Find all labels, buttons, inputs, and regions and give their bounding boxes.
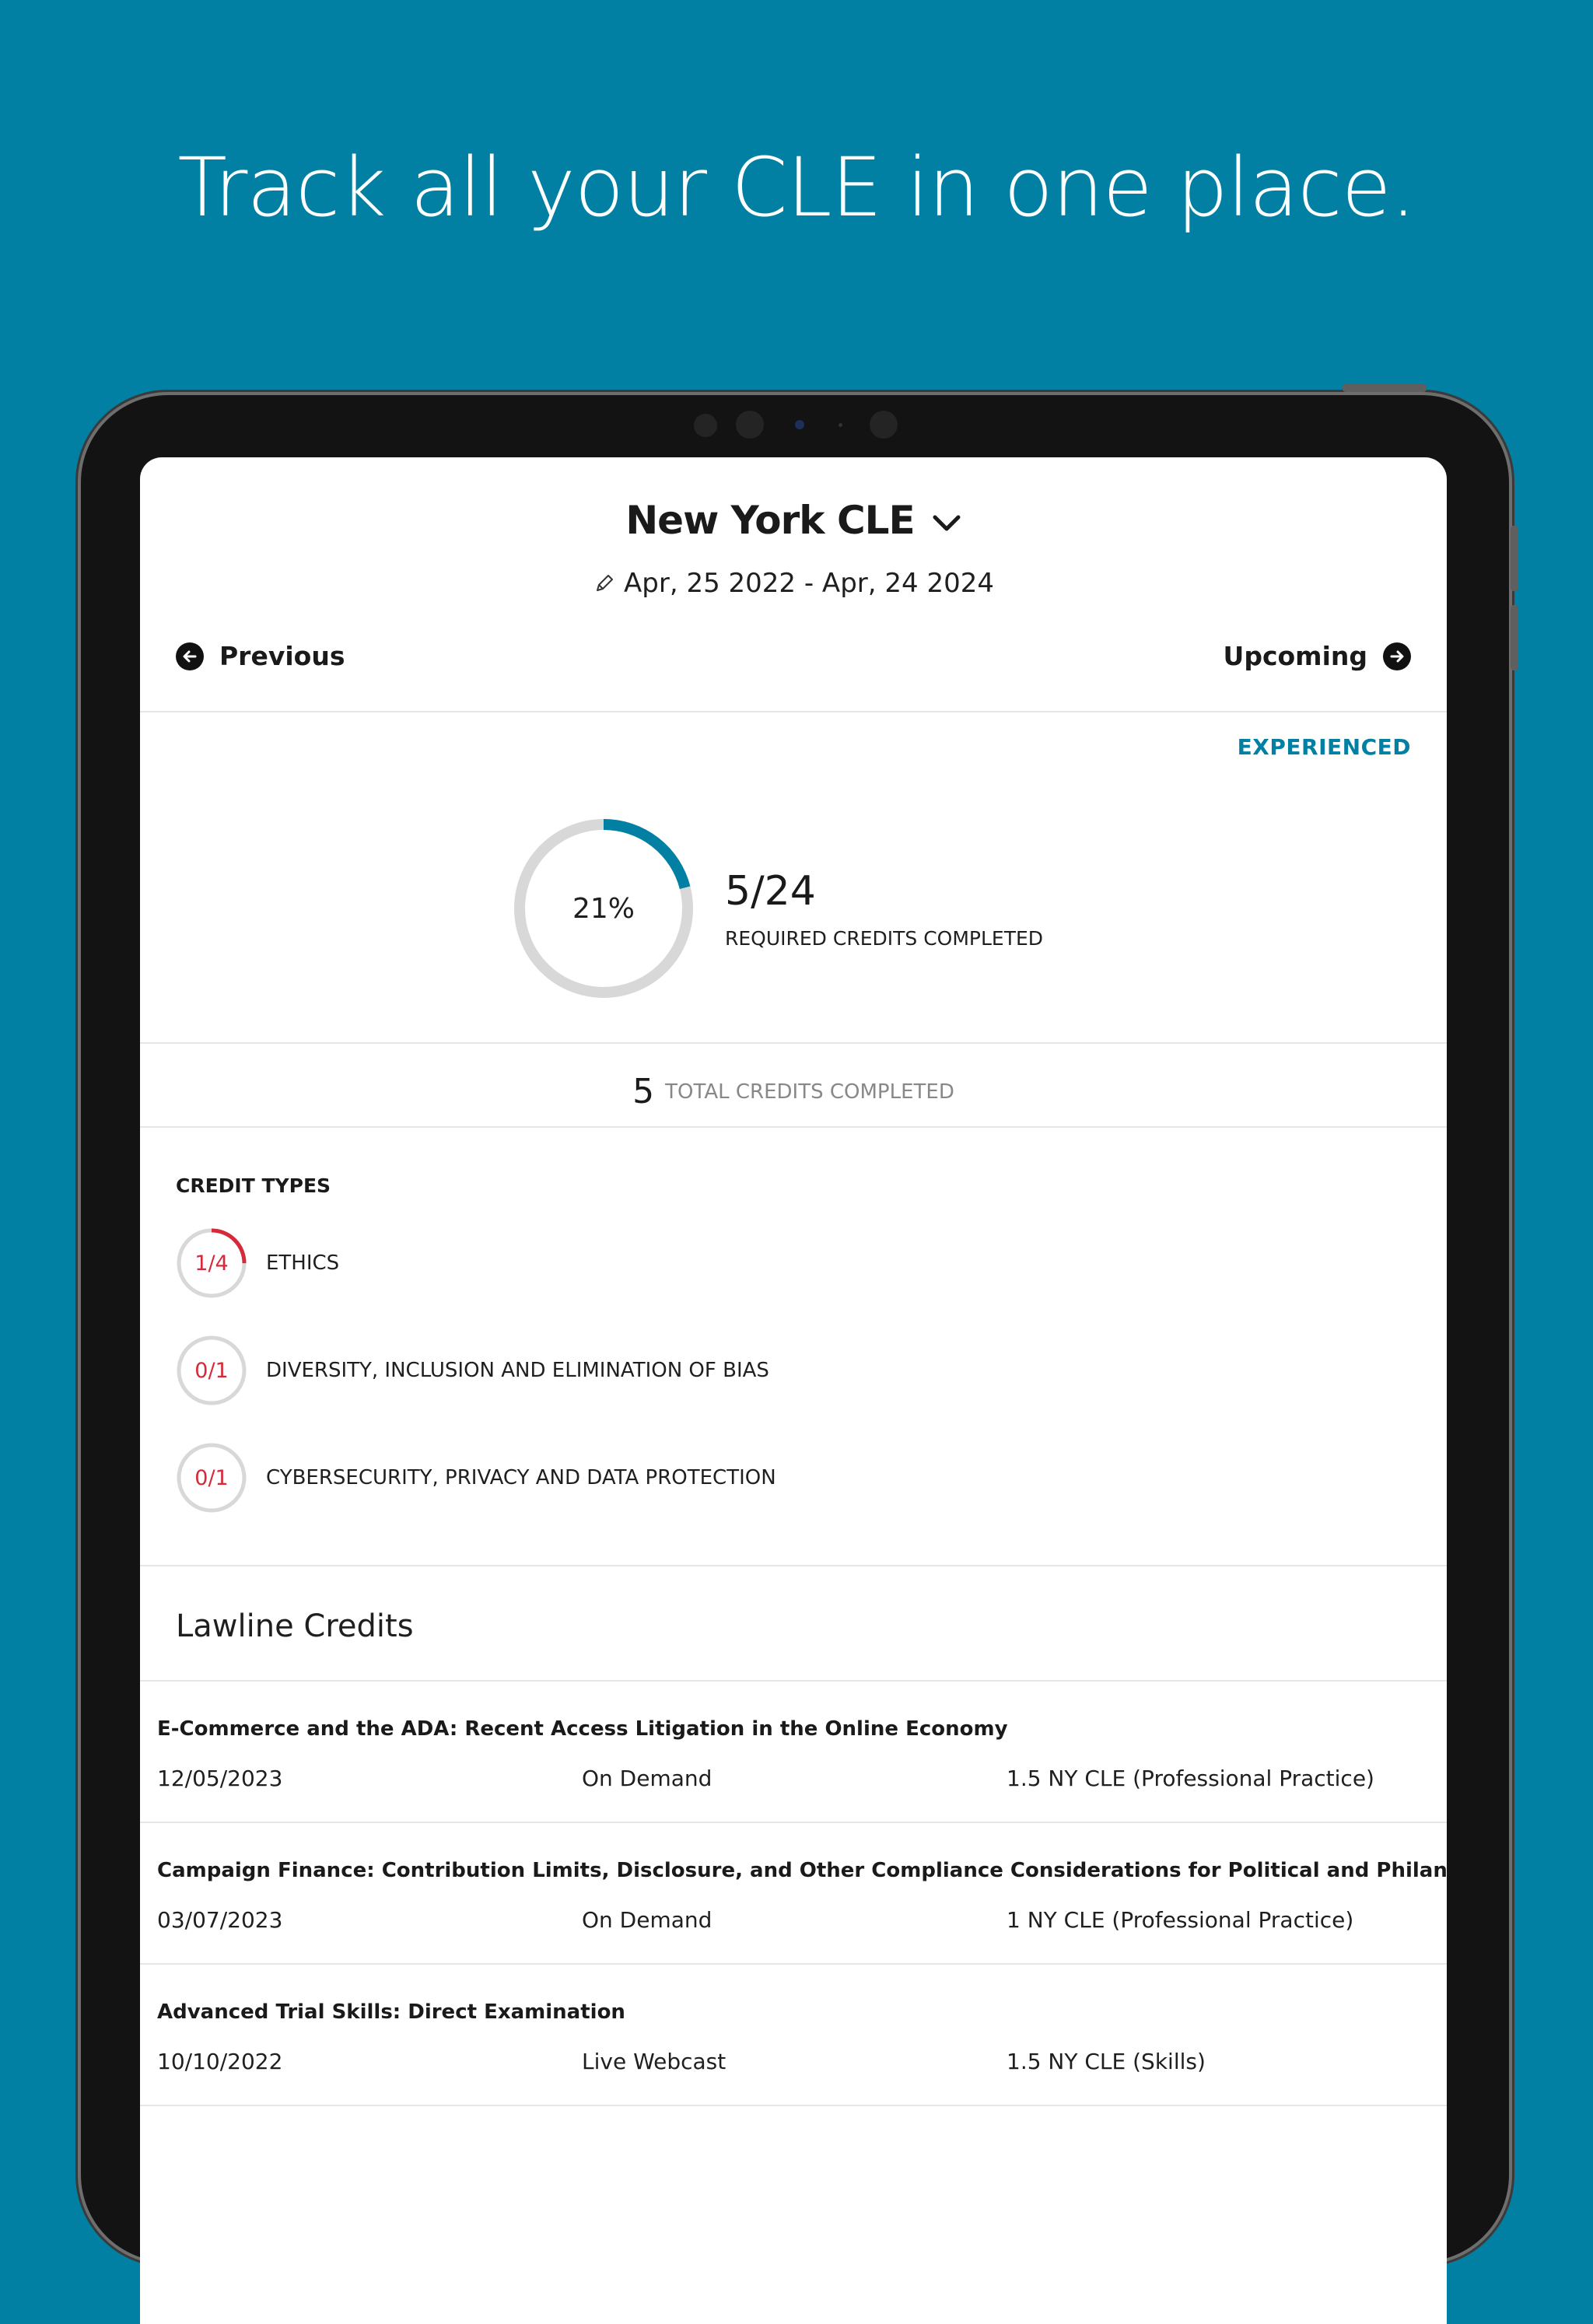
- power-button: [1343, 384, 1427, 392]
- total-credits-label: TOTAL CREDITS COMPLETED: [665, 1080, 954, 1104]
- lawline-credits-title: Lawline Credits: [176, 1608, 414, 1644]
- headline: Track all your CLE in one place.: [177, 140, 1416, 235]
- divider: [140, 2105, 1447, 2106]
- credit-course-title: E-Commerce and the ADA: Recent Access Li…: [157, 1717, 1008, 1741]
- required-progress-ring: 21%: [510, 815, 697, 1002]
- arrow-left-icon: [176, 642, 204, 670]
- credit-course-title: Campaign Finance: Contribution Limits, D…: [157, 1859, 1447, 1882]
- divider: [140, 711, 1447, 712]
- sensor: [870, 411, 898, 439]
- divider: [140, 1126, 1447, 1128]
- upcoming-button[interactable]: Upcoming: [1224, 641, 1411, 671]
- sensor: [736, 411, 764, 439]
- credit-format: On Demand: [582, 1766, 712, 1791]
- credit-date: 12/05/2023: [157, 1766, 283, 1791]
- credit-type-row[interactable]: 0/1 CYBERSECURITY, PRIVACY AND DATA PROT…: [176, 1442, 776, 1514]
- credit-type-name: ETHICS: [266, 1251, 340, 1275]
- status-badge: EXPERIENCED: [1237, 734, 1411, 760]
- previous-button[interactable]: Previous: [176, 641, 345, 671]
- chevron-down-icon: [933, 515, 961, 530]
- credit-list-item[interactable]: E-Commerce and the ADA: Recent Access Li…: [140, 1682, 1447, 1822]
- credit-list-item[interactable]: Advanced Trial Skills: Direct Examinatio…: [140, 1965, 1447, 2105]
- total-credits-count: 5: [632, 1072, 655, 1111]
- date-range: Apr, 25 2022 - Apr, 24 2024: [624, 568, 994, 599]
- credit-amount: 1.5 NY CLE (Professional Practice): [1007, 1766, 1374, 1791]
- sensor: [694, 414, 717, 437]
- required-credits-count: 5/24: [725, 868, 816, 915]
- credit-type-fraction: 0/1: [194, 1358, 229, 1383]
- credit-type-ring: 0/1: [176, 1335, 247, 1406]
- credit-date: 03/07/2023: [157, 1907, 283, 1933]
- credit-type-row[interactable]: 1/4 ETHICS: [176, 1227, 339, 1299]
- credit-list-item[interactable]: Campaign Finance: Contribution Limits, D…: [140, 1823, 1447, 1963]
- credit-type-name: CYBERSECURITY, PRIVACY AND DATA PROTECTI…: [266, 1466, 776, 1489]
- sensor: [839, 423, 842, 427]
- progress-percent: 21%: [572, 892, 635, 925]
- pencil-icon: [597, 575, 614, 591]
- credit-type-row[interactable]: 0/1 DIVERSITY, INCLUSION AND ELIMINATION…: [176, 1335, 769, 1406]
- credit-format: Live Webcast: [582, 2049, 726, 2074]
- credit-amount: 1 NY CLE (Professional Practice): [1007, 1907, 1354, 1933]
- credit-types-title: CREDIT TYPES: [176, 1174, 331, 1197]
- tablet-frame: New York CLE Apr, 25 2022 - Apr, 24 2024…: [81, 384, 1518, 2324]
- credit-course-title: Advanced Trial Skills: Direct Examinatio…: [157, 2000, 625, 2024]
- credit-amount: 1.5 NY CLE (Skills): [1007, 2049, 1206, 2074]
- date-range-editor[interactable]: Apr, 25 2022 - Apr, 24 2024: [140, 568, 1447, 599]
- credit-date: 10/10/2022: [157, 2049, 283, 2074]
- credit-type-fraction: 0/1: [194, 1465, 229, 1490]
- credit-type-ring: 0/1: [176, 1442, 247, 1514]
- arrow-right-icon: [1383, 642, 1411, 670]
- credit-type-fraction: 1/4: [194, 1251, 229, 1276]
- upcoming-label: Upcoming: [1223, 641, 1367, 671]
- credit-format: On Demand: [582, 1907, 712, 1933]
- volume-down-button: [1511, 605, 1518, 670]
- front-camera: [795, 420, 804, 429]
- credit-type-ring: 1/4: [176, 1227, 247, 1299]
- previous-label: Previous: [219, 641, 345, 671]
- total-credits: 5 TOTAL CREDITS COMPLETED: [140, 1072, 1447, 1111]
- required-credits-label: REQUIRED CREDITS COMPLETED: [725, 927, 1044, 950]
- jurisdiction-selector[interactable]: New York CLE: [140, 498, 1447, 543]
- credit-type-name: DIVERSITY, INCLUSION AND ELIMINATION OF …: [266, 1359, 769, 1382]
- app-screen: New York CLE Apr, 25 2022 - Apr, 24 2024…: [140, 457, 1447, 2324]
- divider: [140, 1042, 1447, 1044]
- divider: [140, 1565, 1447, 1566]
- volume-up-button: [1511, 526, 1518, 591]
- page-title: New York CLE: [625, 498, 915, 543]
